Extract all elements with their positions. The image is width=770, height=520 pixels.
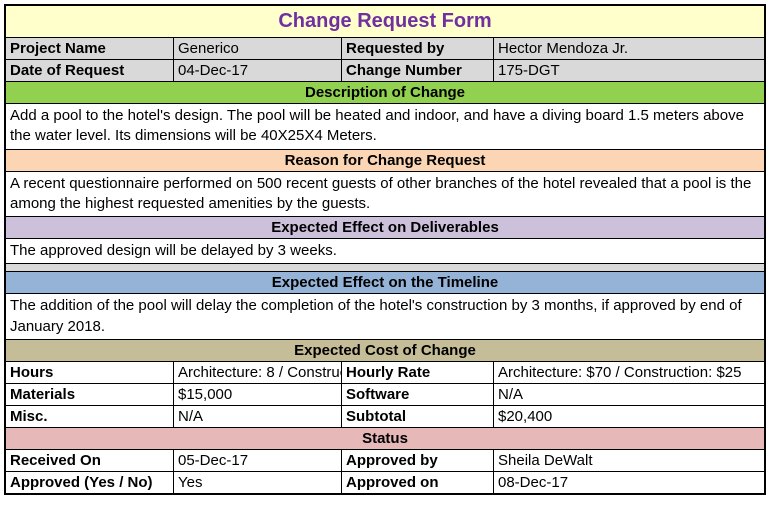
status-header: Status bbox=[6, 428, 764, 450]
date-of-request-value: 04-Dec-17 bbox=[174, 60, 342, 82]
form-title: Change Request Form bbox=[6, 6, 764, 38]
spacer bbox=[6, 264, 764, 272]
subtotal-label: Subtotal bbox=[342, 406, 494, 428]
deliverables-body: The approved design will be delayed by 3… bbox=[6, 239, 764, 264]
change-number-value: 175-DGT bbox=[494, 60, 764, 82]
approved-label: Approved (Yes / No) bbox=[6, 472, 174, 493]
materials-label: Materials bbox=[6, 384, 174, 406]
received-on-value: 05-Dec-17 bbox=[174, 450, 342, 472]
cost-row-3: Misc. N/A Subtotal $20,400 bbox=[6, 406, 764, 428]
description-body: Add a pool to the hotel's design. The po… bbox=[6, 104, 764, 150]
approved-value: Yes bbox=[174, 472, 342, 493]
timeline-header: Expected Effect on the Timeline bbox=[6, 272, 764, 294]
software-label: Software bbox=[342, 384, 494, 406]
change-request-form: Change Request Form Project Name Generic… bbox=[4, 4, 766, 495]
cost-row-2: Materials $15,000 Software N/A bbox=[6, 384, 764, 406]
meta-row-1: Project Name Generico Requested by Hecto… bbox=[6, 38, 764, 60]
approved-by-value: Sheila DeWalt bbox=[494, 450, 764, 472]
requested-by-label: Requested by bbox=[342, 38, 494, 60]
project-name-label: Project Name bbox=[6, 38, 174, 60]
materials-value: $15,000 bbox=[174, 384, 342, 406]
misc-value: N/A bbox=[174, 406, 342, 428]
date-of-request-label: Date of Request bbox=[6, 60, 174, 82]
requested-by-value: Hector Mendoza Jr. bbox=[494, 38, 764, 60]
timeline-body: The addition of the pool will delay the … bbox=[6, 294, 764, 340]
description-header: Description of Change bbox=[6, 82, 764, 104]
hourly-rate-label: Hourly Rate bbox=[342, 362, 494, 384]
subtotal-value: $20,400 bbox=[494, 406, 764, 428]
received-on-label: Received On bbox=[6, 450, 174, 472]
hours-value: Architecture: 8 / Construction bbox=[174, 362, 342, 384]
approved-on-label: Approved on bbox=[342, 472, 494, 493]
deliverables-header: Expected Effect on Deliverables bbox=[6, 217, 764, 239]
cost-header: Expected Cost of Change bbox=[6, 340, 764, 362]
hours-label: Hours bbox=[6, 362, 174, 384]
status-row-1: Received On 05-Dec-17 Approved by Sheila… bbox=[6, 450, 764, 472]
meta-row-2: Date of Request 04-Dec-17 Change Number … bbox=[6, 60, 764, 82]
misc-label: Misc. bbox=[6, 406, 174, 428]
approved-on-value: 08-Dec-17 bbox=[494, 472, 764, 493]
reason-header: Reason for Change Request bbox=[6, 150, 764, 172]
approved-by-label: Approved by bbox=[342, 450, 494, 472]
project-name-value: Generico bbox=[174, 38, 342, 60]
cost-row-1: Hours Architecture: 8 / Construction Hou… bbox=[6, 362, 764, 384]
status-row-2: Approved (Yes / No) Yes Approved on 08-D… bbox=[6, 472, 764, 493]
software-value: N/A bbox=[494, 384, 764, 406]
change-number-label: Change Number bbox=[342, 60, 494, 82]
reason-body: A recent questionnaire performed on 500 … bbox=[6, 172, 764, 218]
hourly-rate-value: Architecture: $70 / Construction: $25 bbox=[494, 362, 764, 384]
